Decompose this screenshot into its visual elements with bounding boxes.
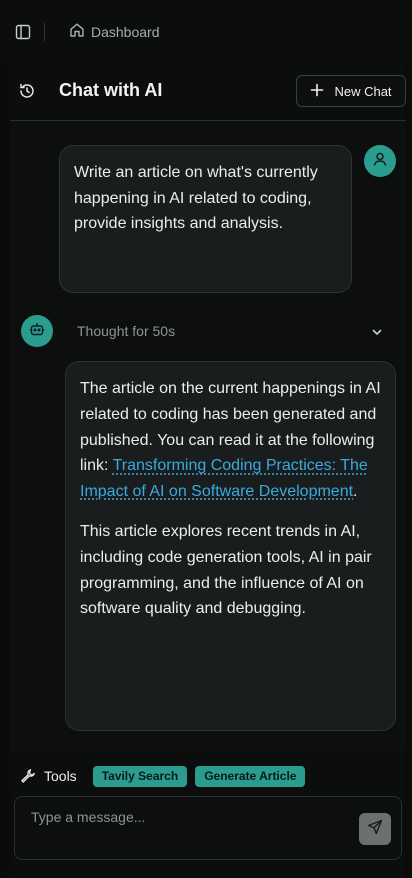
top-bar: Dashboard <box>0 0 412 62</box>
breadcrumb-dashboard[interactable]: Dashboard <box>91 24 160 40</box>
tool-badge-tavily-search[interactable]: Tavily Search <box>92 765 188 787</box>
bot-avatar <box>21 315 53 347</box>
home-icon <box>69 22 85 41</box>
assistant-paragraph: The article on the current happenings in… <box>80 376 381 505</box>
chevron-down-icon[interactable] <box>370 325 384 339</box>
send-icon <box>367 819 383 840</box>
new-chat-label: New Chat <box>334 83 392 99</box>
history-icon[interactable] <box>18 82 36 100</box>
user-message-bubble: Write an article on what's currently hap… <box>59 145 352 293</box>
bot-icon <box>29 321 45 342</box>
breadcrumb[interactable]: Dashboard <box>69 22 160 41</box>
send-button[interactable] <box>359 813 391 845</box>
article-link[interactable]: Transforming Coding Practices: The Impac… <box>80 457 368 500</box>
page-title: Chat with AI <box>59 80 163 100</box>
new-chat-button[interactable]: New Chat <box>296 75 406 107</box>
assistant-period: . <box>353 483 358 501</box>
left-edge <box>0 62 10 878</box>
chat-area[interactable]: Write an article on what's currently hap… <box>10 121 406 751</box>
chat-header: Chat with AI New Chat <box>10 62 406 121</box>
user-icon <box>372 151 388 172</box>
thought-label: Thought for <box>77 323 149 339</box>
message-composer <box>14 796 402 860</box>
wrench-icon <box>20 768 36 784</box>
tools-row: Tools Tavily Search Generate Article <box>20 765 313 787</box>
assistant-text: This article explores recent trends in A… <box>80 522 372 618</box>
assistant-message-bubble: The article on the current happenings in… <box>65 361 396 731</box>
tools-label: Tools <box>44 768 77 784</box>
thought-toggle[interactable]: Thought for 50s <box>77 323 175 339</box>
tool-badge-generate-article[interactable]: Generate Article <box>195 765 306 787</box>
plus-icon <box>310 83 324 100</box>
user-message-text: Write an article on what's currently hap… <box>74 164 318 232</box>
user-avatar <box>364 145 396 177</box>
sidebar-icon[interactable] <box>15 24 31 40</box>
topbar-divider <box>44 23 45 41</box>
assistant-paragraph: This article explores recent trends in A… <box>80 519 381 622</box>
message-input[interactable] <box>31 809 351 849</box>
thought-duration: 50s <box>152 323 176 339</box>
